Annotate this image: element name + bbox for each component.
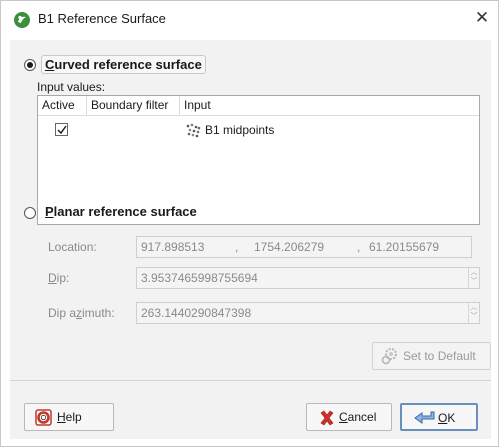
cancel-button[interactable]: Cancel [306, 403, 392, 431]
location-comma-1: , [235, 240, 239, 254]
column-header-active[interactable]: Active [38, 96, 87, 116]
curved-label-mnemonic: C [45, 57, 55, 72]
help-button[interactable]: Help [24, 403, 114, 431]
dip-label: Dip: [48, 271, 69, 285]
curved-label-text: urved reference surface [54, 57, 202, 72]
input-values-label: Input values: [37, 80, 106, 94]
location-z-value: 61.20155679 [369, 240, 440, 254]
dip-azimuth-field[interactable]: 263.1440290847398 ︿ ﹀ [136, 302, 480, 324]
dip-azimuth-spinner[interactable]: ︿ ﹀ [468, 303, 479, 323]
dip-value: 3.9537465998755694 [141, 271, 258, 285]
footer-separator [10, 380, 491, 381]
planar-label-mnemonic: P [45, 204, 54, 219]
dip-azimuth-label-end: imuth: [82, 306, 115, 320]
dip-azimuth-label: Dip azimuth: [48, 306, 115, 320]
spinner-up-icon[interactable]: ︿ [469, 268, 479, 277]
planar-surface-label[interactable]: Planar reference surface [45, 204, 197, 219]
column-header-boundary-filter[interactable]: Boundary filter [87, 96, 180, 116]
close-button[interactable]: ✕ [469, 7, 495, 31]
points-icon [184, 122, 202, 138]
gear-reset-icon [381, 347, 399, 374]
help-label-text: elp [65, 410, 82, 424]
dip-label-mnemonic: D [48, 271, 57, 285]
planar-label-text: lanar reference surface [53, 204, 197, 219]
cancel-label: Cancel [339, 404, 376, 430]
curved-surface-label[interactable]: Curved reference surface [41, 55, 206, 74]
dip-azimuth-value: 263.1440290847398 [141, 306, 252, 320]
curved-surface-radio[interactable] [24, 59, 36, 71]
dip-spinner[interactable]: ︿ ﹀ [468, 268, 479, 288]
dialog-body: Curved reference surface Input values: A… [10, 40, 491, 439]
ok-label-text: K [447, 411, 456, 425]
cancel-x-icon [319, 409, 335, 435]
enter-arrow-icon [414, 409, 436, 435]
location-label: Location: [48, 240, 97, 254]
set-to-default-button[interactable]: Set to Default [372, 342, 491, 370]
location-field[interactable]: 917.898513 , 1754.206279 , 61.20155679 [136, 236, 472, 258]
row-active-checkbox[interactable] [55, 123, 68, 136]
column-header-input[interactable]: Input [180, 96, 479, 116]
spinner-up-icon[interactable]: ︿ [469, 303, 479, 312]
help-label: Help [57, 404, 82, 430]
cancel-label-text: ancel [347, 410, 377, 424]
dip-field[interactable]: 3.9537465998755694 ︿ ﹀ [136, 267, 480, 289]
spinner-down-icon[interactable]: ﹀ [469, 277, 479, 286]
table-header: Active Boundary filter Input [38, 96, 479, 116]
location-y-value: 1754.206279 [254, 240, 325, 254]
dip-label-text: ip: [56, 271, 70, 285]
help-mnemonic: H [57, 410, 66, 424]
row-input-name: B1 midpoints [205, 123, 275, 137]
ok-button[interactable]: OK [400, 403, 478, 431]
spinner-down-icon[interactable]: ﹀ [469, 312, 479, 321]
ok-label: OK [438, 405, 455, 431]
location-x-value: 917.898513 [141, 240, 205, 254]
title-bar: B1 Reference Surface ✕ [1, 1, 498, 37]
window-title: B1 Reference Surface [38, 11, 166, 26]
cancel-mnemonic: C [339, 410, 348, 424]
lifebuoy-icon [35, 409, 52, 435]
dialog-window: B1 Reference Surface ✕ Curved reference … [0, 0, 499, 447]
dip-azimuth-label-start: Dip a [48, 306, 77, 320]
set-to-default-label: Set to Default [403, 349, 476, 363]
app-logo-icon [14, 12, 30, 28]
planar-surface-radio[interactable] [24, 207, 36, 219]
location-comma-2: , [357, 240, 361, 254]
ok-mnemonic: O [438, 411, 448, 425]
